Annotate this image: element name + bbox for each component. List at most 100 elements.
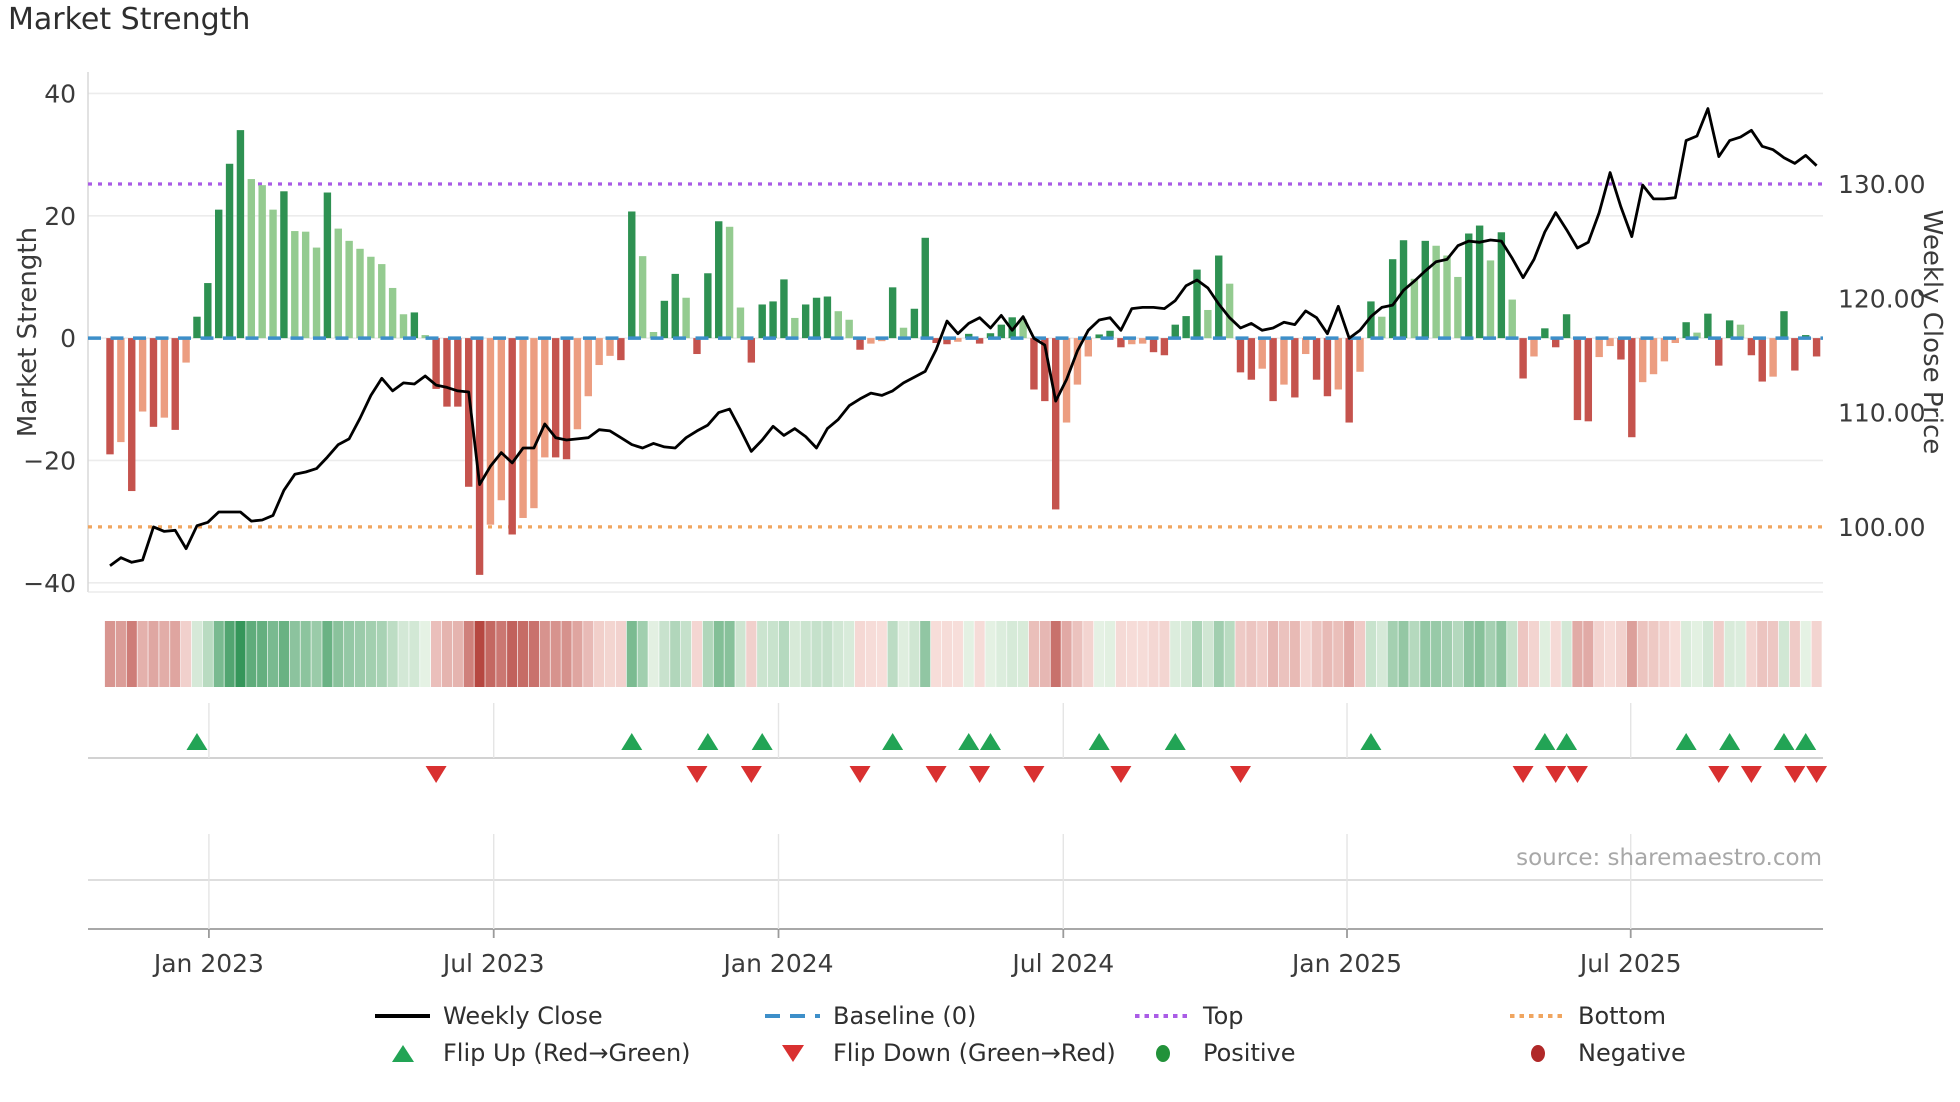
flip-down-marker (1708, 766, 1730, 783)
plot-svg: 40 20 0 −20 −40 130.00 120.00 110.00 100.00 Jan 2… (23, 72, 1925, 978)
flip-down-triangle-icon (765, 1044, 820, 1062)
strength-bar (725, 226, 734, 339)
flip-up-marker (882, 733, 904, 750)
flip-down-marker (1806, 766, 1828, 783)
strength-bar (247, 179, 256, 339)
strength-bar (1812, 338, 1821, 357)
strength-bar (573, 338, 582, 430)
strength-bar (1323, 338, 1332, 397)
left-axis-tick: 0 (60, 324, 76, 353)
strength-bar (1486, 260, 1495, 339)
strength-bar (291, 231, 299, 339)
strength-bar (1258, 338, 1266, 369)
strength-bar (182, 338, 190, 363)
strength-bar (1302, 338, 1310, 355)
strength-bar (1638, 338, 1647, 383)
flip-down-marker (1566, 766, 1588, 783)
strength-bar (1182, 316, 1190, 339)
strength-bar (1747, 338, 1756, 356)
strength-bar (1541, 328, 1549, 339)
strength-bar (454, 338, 462, 407)
strength-bar (486, 338, 495, 525)
strength-bar (834, 311, 842, 339)
strength-bar (921, 237, 929, 339)
strength-bar (736, 307, 745, 339)
strength-bar (1465, 233, 1473, 339)
flip-up-marker (1534, 733, 1556, 750)
strength-bar (1236, 338, 1245, 373)
strength-bar (1388, 259, 1397, 339)
strength-bar (1334, 338, 1343, 390)
strength-bar (910, 308, 919, 339)
flip-up-marker (958, 733, 980, 750)
strength-bar (682, 297, 690, 339)
flip-down-marker (1023, 766, 1045, 783)
strength-bar (334, 228, 342, 339)
strength-bar (1247, 338, 1256, 380)
strength-bar (791, 317, 799, 339)
legend-item-weekly-close: Weekly Close (375, 1000, 603, 1032)
strength-bar (780, 279, 788, 339)
strength-bar (1725, 320, 1734, 339)
strength-bar (215, 209, 223, 339)
flip-down-marker (1545, 766, 1567, 783)
strength-bar (345, 240, 353, 339)
strength-bar (1736, 324, 1745, 339)
weekly-close-line-icon (375, 1014, 430, 1018)
strength-bar (541, 338, 549, 458)
reference-lines (88, 182, 1823, 529)
strength-bar (1432, 245, 1440, 339)
strength-bar (160, 338, 169, 418)
strength-bar (1204, 309, 1212, 339)
right-axis-tick: 100.00 (1838, 513, 1925, 542)
strength-bar (812, 297, 821, 339)
strength-bar (1595, 338, 1603, 358)
strength-bar (519, 338, 527, 518)
source-credit: source: sharemaestro.com (1516, 845, 1822, 871)
strength-bar (236, 130, 245, 339)
strength-bar (193, 316, 201, 339)
strength-bar (204, 283, 212, 339)
strength-bar (1269, 338, 1277, 402)
legend-label: Top (1203, 1002, 1244, 1030)
legend-label: Weekly Close (443, 1002, 603, 1030)
strength-bar (1682, 322, 1690, 339)
strength-bar (1378, 316, 1386, 339)
strength-bar (106, 338, 114, 455)
strength-bar (1410, 278, 1419, 339)
marker-panels (88, 703, 1823, 938)
strength-bar (617, 338, 625, 361)
flip-up-marker (1164, 733, 1186, 750)
strength-bar (845, 319, 853, 339)
left-axis-tick: −40 (23, 569, 76, 598)
flip-up-marker (1719, 733, 1741, 750)
strength-bar (715, 221, 723, 339)
x-axis-tick: Jan 2023 (152, 949, 264, 978)
top-dotted-icon (1135, 1014, 1190, 1018)
strength-bar (1649, 338, 1658, 375)
strength-bar (280, 191, 288, 339)
strength-bar (1138, 338, 1147, 344)
flip-down-marker (1740, 766, 1762, 783)
strength-bar (1160, 338, 1169, 356)
strength-bar (671, 273, 679, 339)
strength-bar (1215, 255, 1223, 339)
strength-bar (508, 338, 516, 535)
flip-up-triangle-icon (375, 1044, 430, 1062)
strength-bar (1421, 240, 1429, 339)
flip-down-marker (1512, 766, 1534, 783)
strength-bar (769, 301, 777, 339)
strength-bar (269, 209, 277, 339)
strength-bar (693, 338, 701, 355)
strength-bar (258, 185, 266, 339)
strength-bar (1715, 338, 1723, 366)
strength-bar (1454, 276, 1462, 339)
strength-bar (1312, 338, 1321, 380)
strength-bar (356, 248, 364, 339)
strength-bar (660, 300, 669, 339)
strength-bar (117, 338, 125, 443)
strength-bar (530, 338, 538, 509)
axis-tick-labels: 40 20 0 −20 −40 130.00 120.00 110.00 100.00 Jan 2… (23, 79, 1925, 978)
negative-dot-icon (1510, 1044, 1565, 1062)
right-axis-tick: 120.00 (1838, 284, 1925, 313)
